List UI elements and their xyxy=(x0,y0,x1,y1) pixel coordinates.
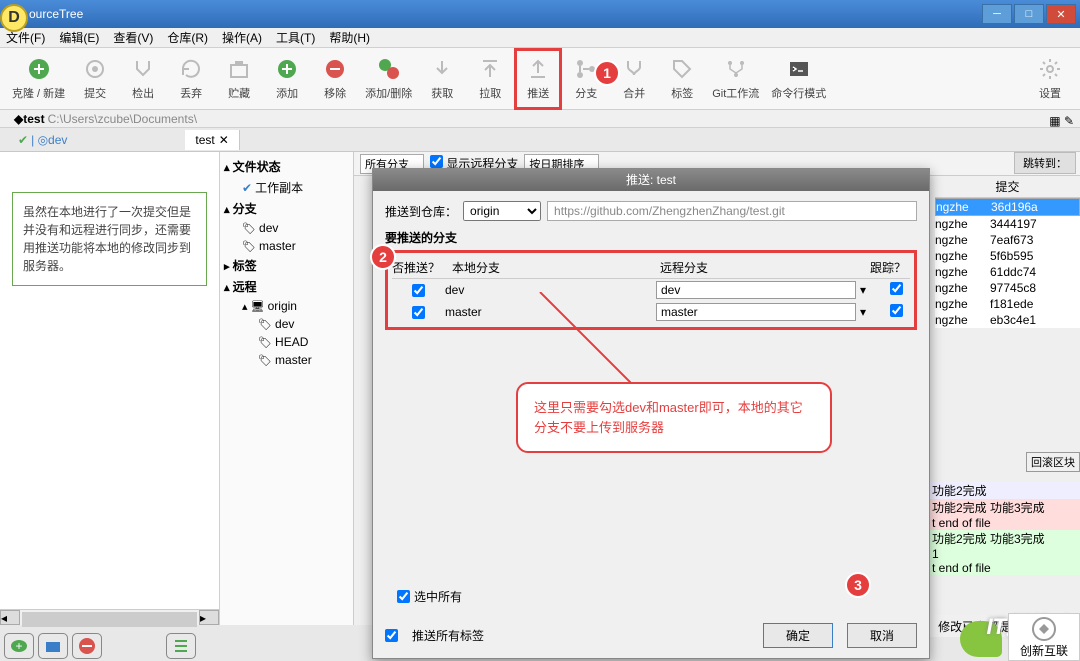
tree-remote-head[interactable]: 🏷 HEAD xyxy=(220,333,353,351)
stash-button[interactable]: 贮藏 xyxy=(215,48,263,110)
push-checkbox[interactable] xyxy=(412,284,425,297)
checkout-button[interactable]: 检出 xyxy=(119,48,167,110)
horizontal-scrollbar[interactable]: ◂▸ xyxy=(0,609,219,625)
menu-tools[interactable]: 工具(T) xyxy=(276,29,315,46)
menu-action[interactable]: 操作(A) xyxy=(222,29,262,46)
tree-branch-master[interactable]: 🏷 master xyxy=(220,237,353,255)
tree-remote-master[interactable]: 🏷 master xyxy=(220,351,353,369)
close-button[interactable]: ✕ xyxy=(1046,4,1076,24)
commit-row[interactable]: ngzhef181ede xyxy=(935,296,1080,312)
annotation-badge-3: 3 xyxy=(845,572,871,598)
remote-select[interactable]: origin xyxy=(463,201,541,221)
rollback-button[interactable]: 回滚区块 xyxy=(1026,452,1080,472)
window-titlebar: ourceTree ─ □ ✕ xyxy=(0,0,1080,28)
discard-button[interactable]: 丢弃 xyxy=(167,48,215,110)
dialog-title: 推送: test xyxy=(373,169,929,191)
commit-row[interactable]: ngzhe3444197 xyxy=(935,216,1080,232)
diff-view: 功能2完成 功能2完成 功能3完成 t end of file 功能2完成 功能… xyxy=(930,482,1080,575)
remove-button[interactable]: 移除 xyxy=(311,48,359,110)
remote-url: https://github.com/ZhengzhenZhang/test.g… xyxy=(547,201,917,221)
menu-help[interactable]: 帮助(H) xyxy=(329,29,370,46)
annotation-callout: 这里只需要勾选dev和master即可，本地的其它分支不要上传到服务器 xyxy=(516,382,832,453)
ok-button[interactable]: 确定 xyxy=(763,623,833,648)
cancel-button[interactable]: 取消 xyxy=(847,623,917,648)
menu-view[interactable]: 查看(V) xyxy=(113,29,153,46)
branch-row[interactable]: master master ▾ xyxy=(392,301,910,323)
logo-watermark: 创新互联 xyxy=(1008,613,1080,661)
svg-text:+: + xyxy=(15,639,22,653)
branch-section-label: 要推送的分支 xyxy=(385,229,917,246)
track-checkbox[interactable] xyxy=(890,282,903,295)
repo-path-bar: ◆ test C:\Users\zcube\Documents\ xyxy=(0,110,1080,128)
annotation-badge-2: 2 xyxy=(370,244,396,270)
repo-tab[interactable]: test✕ xyxy=(185,130,239,150)
push-to-label: 推送到仓库： xyxy=(385,203,457,220)
commit-row[interactable]: ngzhe7eaf673 xyxy=(935,232,1080,248)
jump-to-label: 跳转到： xyxy=(1014,152,1076,174)
clone-button[interactable]: 克隆 / 新建 xyxy=(6,48,71,110)
list-button[interactable] xyxy=(166,633,196,659)
left-panel: 虽然在本地进行了一次提交但是并没有和远程进行同步，还需要用推送功能将本地的修改同… xyxy=(0,152,220,625)
sidebar-tree: ▴ 文件状态 ✔ 工作副本 ▴ 分支 🏷 dev 🏷 master ▸ 标签 ▴… xyxy=(220,152,354,625)
delete-repo-button[interactable] xyxy=(72,633,102,659)
menu-repo[interactable]: 仓库(R) xyxy=(167,29,208,46)
commit-row[interactable]: ngzheeb3c4e1 xyxy=(935,312,1080,328)
annotation-badge-1: 1 xyxy=(594,60,620,86)
tag-button[interactable]: 标签 xyxy=(658,48,706,110)
view-mode-icons[interactable]: ▦ ✎ xyxy=(1049,114,1074,128)
tree-remote-origin[interactable]: ▴ 🖥 origin xyxy=(220,297,353,315)
remote-branch-select[interactable]: master xyxy=(656,303,856,321)
open-repo-button[interactable] xyxy=(38,633,68,659)
menubar: 文件(F) 编辑(E) 查看(V) 仓库(R) 操作(A) 工具(T) 帮助(H… xyxy=(0,28,1080,48)
repo-tabs: ✔ | ◎dev test✕ ▦ ✎ xyxy=(0,128,1080,152)
commit-list: 提交 ngzhe36d196a ngzhe3444197 ngzhe7eaf67… xyxy=(935,176,1080,328)
fetch-button[interactable]: 获取 xyxy=(418,48,466,110)
main-toolbar: 克隆 / 新建 提交 检出 丢弃 贮藏 添加 移除 添加/删除 获取 拉取 推送… xyxy=(0,48,1080,110)
commit-row[interactable]: ngzhe97745c8 xyxy=(935,280,1080,296)
select-all-checkbox[interactable] xyxy=(397,590,410,603)
pull-button[interactable]: 拉取 xyxy=(466,48,514,110)
commit-row[interactable]: ngzhe5f6b595 xyxy=(935,248,1080,264)
remote-branch-select[interactable]: dev xyxy=(656,281,856,299)
terminal-button[interactable]: 命令行模式 xyxy=(765,48,832,110)
branch-row[interactable]: dev dev ▾ xyxy=(392,279,910,301)
menu-edit[interactable]: 编辑(E) xyxy=(59,29,99,46)
minimize-button[interactable]: ─ xyxy=(982,4,1012,24)
track-checkbox[interactable] xyxy=(890,304,903,317)
tree-remote-dev[interactable]: 🏷 dev xyxy=(220,315,353,333)
annotation-badge-d: D xyxy=(0,4,28,32)
gitflow-button[interactable]: Git工作流 xyxy=(706,48,765,110)
add-button[interactable]: 添加 xyxy=(263,48,311,110)
tree-branch-dev[interactable]: 🏷 dev xyxy=(220,219,353,237)
push-checkbox[interactable] xyxy=(412,306,425,319)
addremove-button[interactable]: 添加/删除 xyxy=(359,48,418,110)
wechat-icon xyxy=(960,621,1002,657)
annotation-note: 虽然在本地进行了一次提交但是并没有和远程进行同步，还需要用推送功能将本地的修改同… xyxy=(12,192,207,286)
push-tags-checkbox[interactable] xyxy=(385,629,398,642)
branch-table: 否推送？ 本地分支 远程分支 跟踪？ dev dev ▾ master mast… xyxy=(385,250,917,330)
commit-row[interactable]: ngzhe36d196a xyxy=(935,198,1080,216)
tree-working-copy[interactable]: ✔ 工作副本 xyxy=(220,177,353,198)
maximize-button[interactable]: □ xyxy=(1014,4,1044,24)
add-repo-button[interactable]: + xyxy=(4,633,34,659)
push-button[interactable]: 推送 xyxy=(514,48,562,110)
settings-button[interactable]: 设置 xyxy=(1026,48,1074,110)
window-title: ourceTree xyxy=(29,7,83,21)
commit-row[interactable]: ngzhe61ddc74 xyxy=(935,264,1080,280)
bottom-action-bar: + xyxy=(4,633,196,659)
commit-button[interactable]: 提交 xyxy=(71,48,119,110)
tab-close-icon[interactable]: ✕ xyxy=(219,133,229,147)
